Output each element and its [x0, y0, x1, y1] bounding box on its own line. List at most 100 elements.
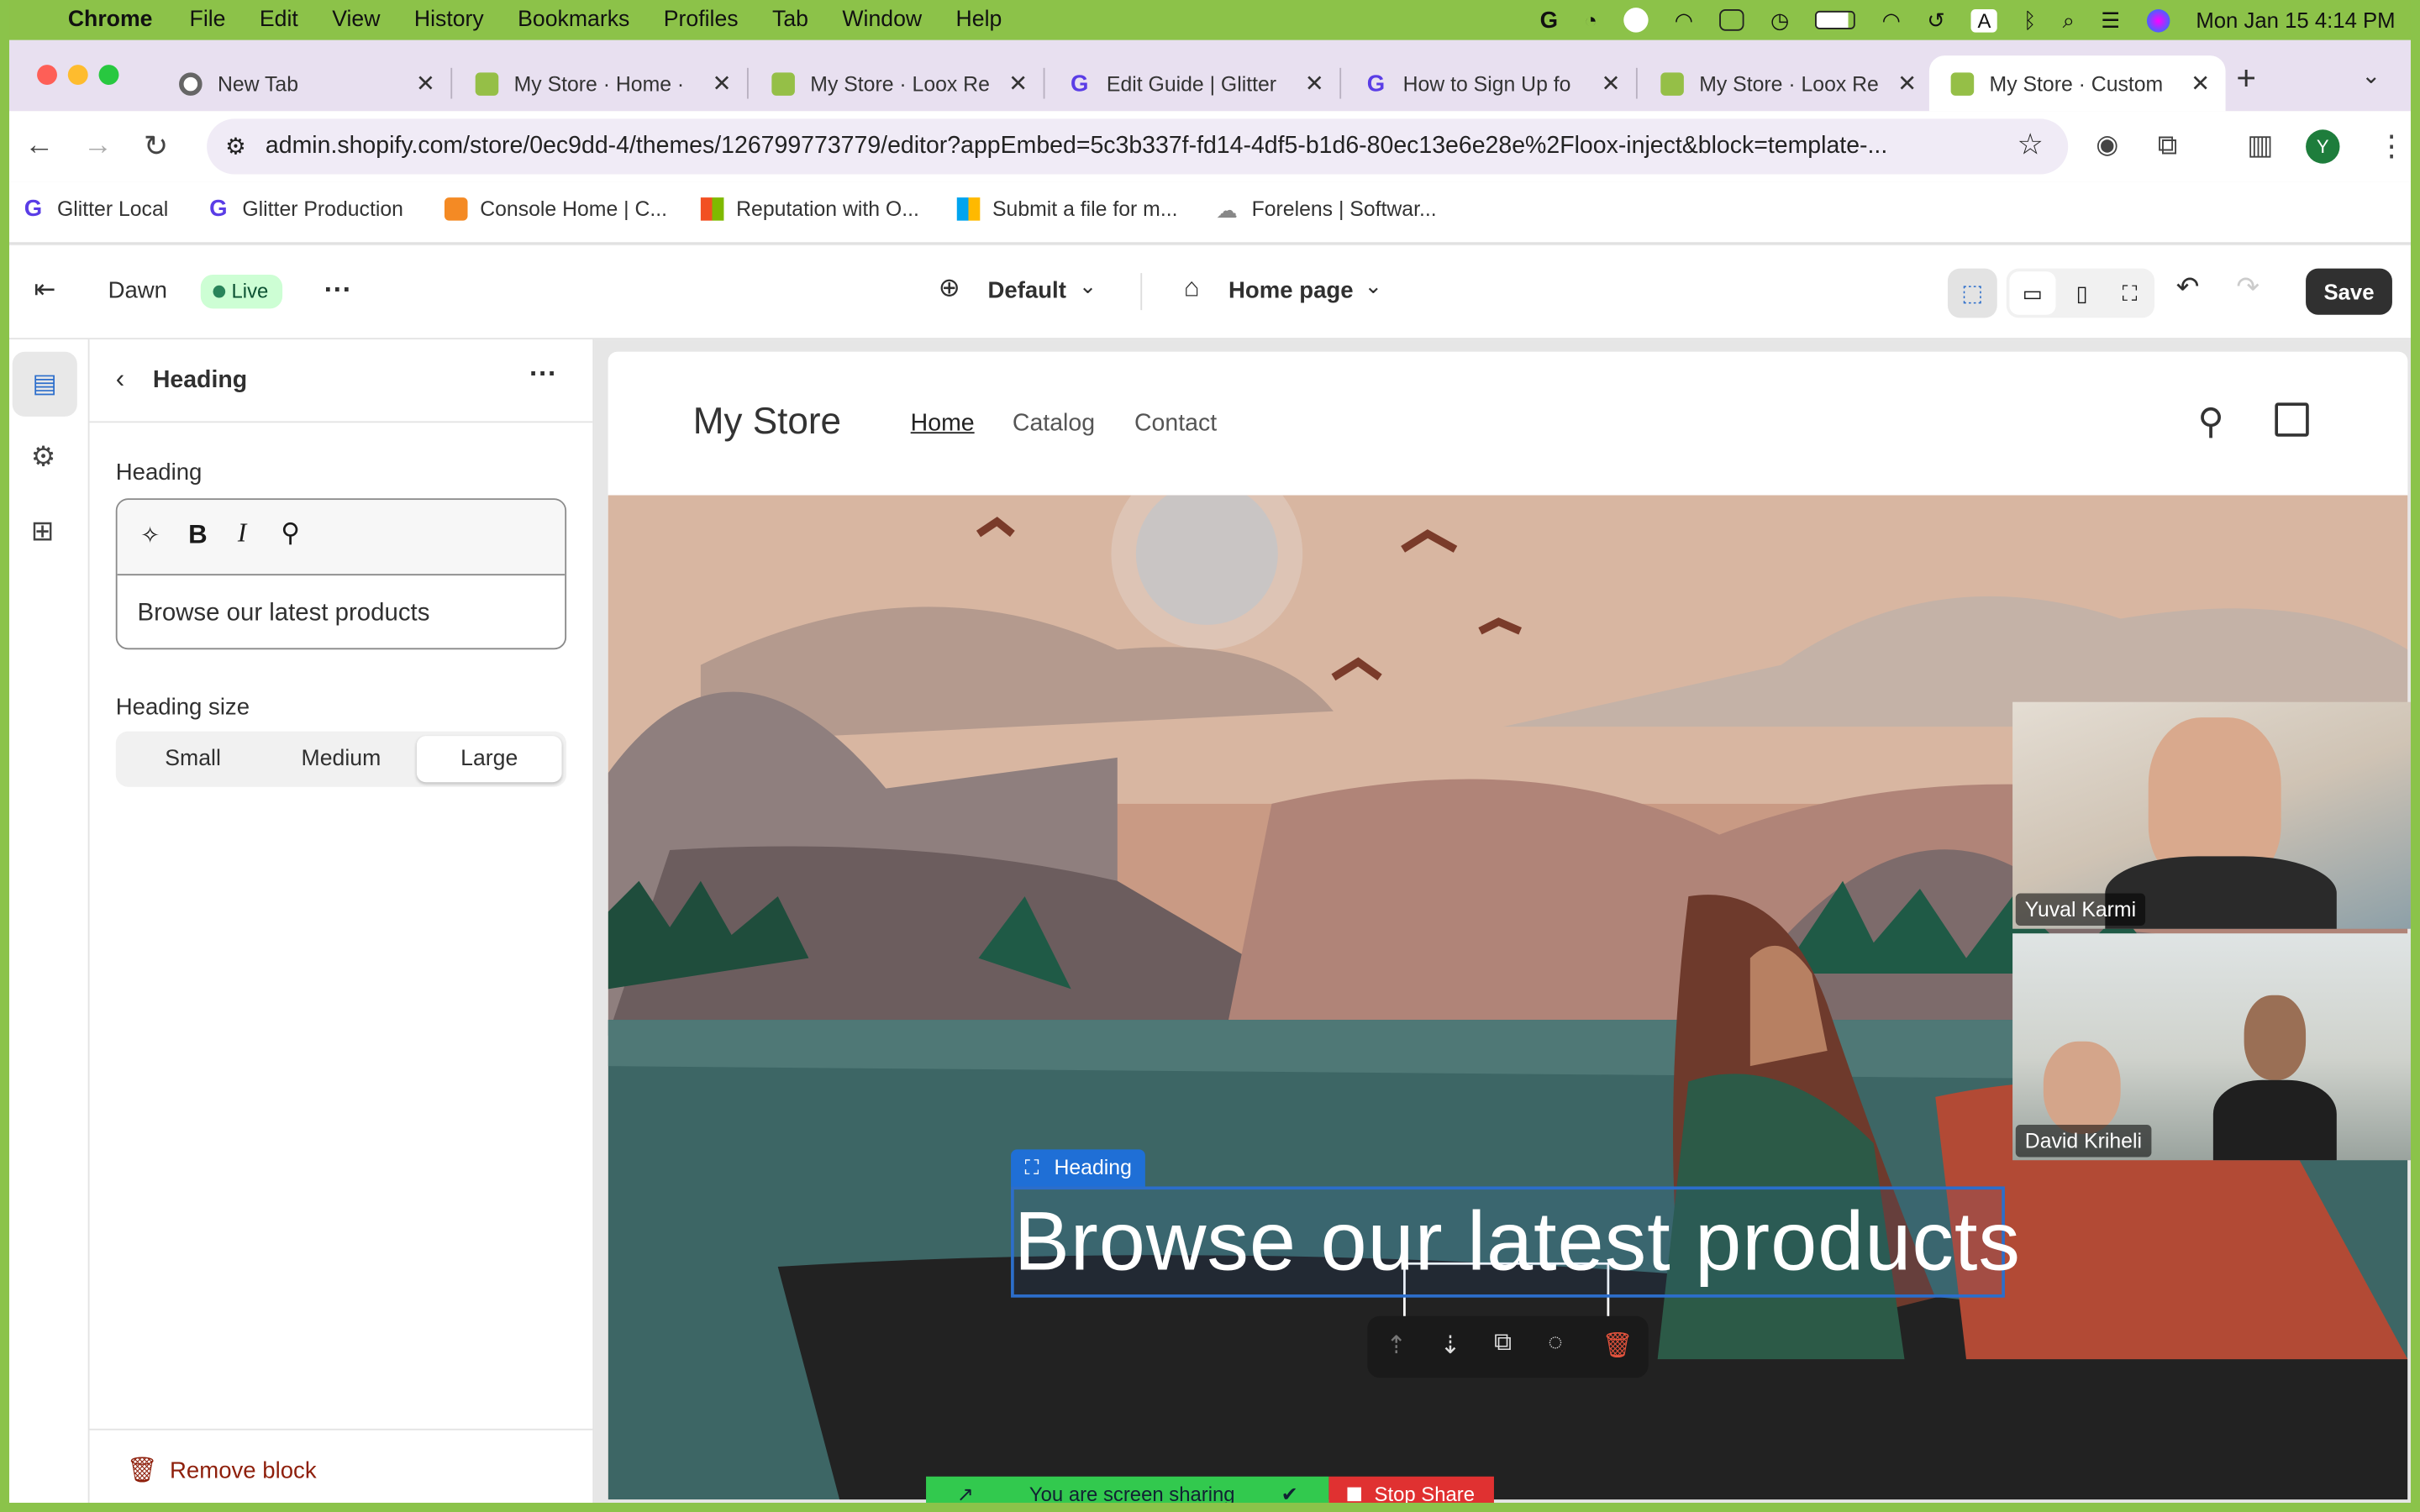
- menu-tab[interactable]: Tab: [772, 8, 808, 32]
- store-logo[interactable]: My Store: [693, 402, 841, 444]
- bookmark-star-icon[interactable]: ☆: [2018, 128, 2044, 163]
- side-panel-icon[interactable]: ▥: [2247, 129, 2273, 162]
- heading-text-value[interactable]: Browse our latest products: [118, 575, 566, 627]
- heading-rich-text-editor[interactable]: ✧ B I ⚲ Browse our latest products: [115, 498, 567, 650]
- locale-selector[interactable]: Default: [988, 278, 1066, 304]
- remove-block-button[interactable]: 🗑 Remove block: [89, 1428, 593, 1512]
- theme-settings-gear-icon[interactable]: ⚙: [31, 441, 56, 474]
- sections-nav-button[interactable]: ▤: [12, 351, 77, 417]
- size-large-option[interactable]: Large: [416, 736, 562, 783]
- menu-edit[interactable]: Edit: [260, 8, 298, 32]
- nav-contact[interactable]: Contact: [1134, 411, 1217, 438]
- browser-tab[interactable]: G How to Sign Up fo ✕: [1343, 55, 1636, 111]
- nav-home[interactable]: Home: [911, 411, 975, 438]
- nav-catalog[interactable]: Catalog: [1013, 411, 1095, 438]
- close-window-button[interactable]: [37, 65, 57, 86]
- delete-trash-icon[interactable]: 🗑: [1602, 1330, 1634, 1361]
- close-tab-icon[interactable]: ✕: [713, 70, 732, 97]
- menu-window[interactable]: Window: [842, 8, 922, 32]
- video-tile-yuval[interactable]: Yuval Karmi: [2012, 701, 2411, 929]
- browser-tab-active[interactable]: My Store · Custom ✕: [1928, 55, 2226, 112]
- magic-sparkle-icon[interactable]: ✧: [140, 522, 160, 549]
- minimize-window-button[interactable]: [67, 65, 88, 86]
- back-arrow-icon[interactable]: ←: [24, 129, 54, 163]
- panel-more-icon[interactable]: ···: [529, 358, 557, 391]
- video-tile-david[interactable]: David Kriheli: [2012, 933, 2411, 1161]
- address-bar[interactable]: ⚙ admin.shopify.com/store/0ec9dd-4/theme…: [207, 118, 2069, 175]
- tab-search-chevron-icon[interactable]: ⌄: [2361, 61, 2381, 89]
- browser-tab[interactable]: My Store · Loox Re ✕: [1639, 55, 1933, 111]
- timer-status-icon[interactable]: ◷: [1770, 7, 1789, 33]
- selected-block-tag[interactable]: ⛶ Heading: [1011, 1149, 1146, 1187]
- bluetooth-icon[interactable]: ᛒ: [2023, 8, 2036, 32]
- browser-tab[interactable]: New Tab ✕: [157, 55, 450, 111]
- store-cart-icon[interactable]: [2275, 402, 2309, 437]
- extensions-puzzle-icon[interactable]: ⧉: [2158, 129, 2178, 162]
- extension-loox-icon[interactable]: ◉: [2096, 129, 2118, 160]
- bookmark-glitter-local[interactable]: G Glitter Local: [22, 197, 169, 221]
- maximize-window-button[interactable]: [98, 65, 119, 86]
- reload-icon[interactable]: ↻: [144, 129, 168, 165]
- template-selector[interactable]: Home page: [1228, 278, 1354, 304]
- url-text[interactable]: admin.shopify.com/store/0ec9dd-4/themes/…: [266, 133, 2012, 160]
- bookmark-submit-file[interactable]: Submit a file for m...: [956, 197, 1178, 221]
- bookmark-reputation[interactable]: Reputation with O...: [700, 197, 919, 221]
- bookmark-console-home[interactable]: Console Home | C...: [444, 197, 667, 221]
- wifi-icon[interactable]: ◠: [1882, 7, 1901, 33]
- menu-help[interactable]: Help: [956, 8, 1002, 32]
- glitter-status-icon[interactable]: G: [1540, 8, 1558, 32]
- undo-icon[interactable]: ↶: [2176, 271, 2200, 304]
- keyboard-input-icon[interactable]: A: [1971, 8, 1997, 32]
- selected-heading-outline[interactable]: Browse our latest products: [1011, 1186, 2020, 1298]
- menu-bookmarks[interactable]: Bookmarks: [518, 8, 629, 32]
- hide-eye-icon[interactable]: ◌: [1548, 1330, 1562, 1357]
- screen-status-icon[interactable]: [1719, 9, 1744, 31]
- chrome-menu-icon[interactable]: ⋮: [2377, 129, 2407, 165]
- duplicate-icon[interactable]: ⧉: [1494, 1330, 1512, 1357]
- close-tab-icon[interactable]: ✕: [1897, 70, 1917, 97]
- size-small-option[interactable]: Small: [120, 736, 266, 782]
- bookmark-glitter-production[interactable]: G Glitter Production: [207, 197, 403, 221]
- theme-actions-more-icon[interactable]: ...: [324, 267, 352, 300]
- redo-icon[interactable]: ↷: [2236, 271, 2260, 304]
- profile-avatar[interactable]: Y: [2306, 129, 2340, 164]
- control-center-icon[interactable]: ☰: [2101, 7, 2120, 33]
- store-search-icon[interactable]: ⚲: [2198, 402, 2224, 444]
- close-tab-icon[interactable]: ✕: [1305, 70, 1324, 97]
- hero-heading[interactable]: Browse our latest products: [1014, 1189, 2020, 1294]
- bookmark-forelens[interactable]: ☁ Forelens | Softwar...: [1216, 197, 1436, 222]
- menubar-clock[interactable]: Mon Jan 15 4:14 PM: [2196, 8, 2395, 32]
- menu-view[interactable]: View: [332, 8, 380, 32]
- close-tab-icon[interactable]: ✕: [1008, 70, 1028, 97]
- size-medium-option[interactable]: Medium: [269, 736, 414, 782]
- browser-tab[interactable]: G Edit Guide | Glitter ✕: [1046, 55, 1339, 111]
- back-chevron-icon[interactable]: ‹: [116, 364, 124, 395]
- time-machine-icon[interactable]: ↺: [1927, 7, 1945, 33]
- desktop-view-button[interactable]: ▭: [2009, 271, 2056, 315]
- close-tab-icon[interactable]: ✕: [1601, 70, 1620, 97]
- bold-icon[interactable]: B: [188, 520, 208, 551]
- record-status-icon[interactable]: [1623, 8, 1649, 33]
- spotlight-search-icon[interactable]: ⌕: [2063, 7, 2075, 33]
- new-tab-button[interactable]: +: [2236, 59, 2256, 99]
- gauge-status-icon[interactable]: ◠: [1675, 7, 1693, 33]
- fullscreen-view-button[interactable]: ⛶: [2107, 271, 2153, 314]
- save-button[interactable]: Save: [2306, 268, 2392, 315]
- menu-app-name[interactable]: Chrome: [68, 8, 153, 32]
- menu-history[interactable]: History: [414, 8, 484, 32]
- stop-share-button[interactable]: Stop Share: [1328, 1476, 1494, 1512]
- italic-icon[interactable]: I: [238, 518, 246, 549]
- menu-file[interactable]: File: [190, 8, 226, 32]
- move-up-icon[interactable]: ⇡: [1386, 1330, 1407, 1361]
- menu-profiles[interactable]: Profiles: [664, 8, 739, 32]
- siri-icon[interactable]: [2146, 8, 2170, 32]
- app-embeds-icon[interactable]: ⊞: [31, 515, 55, 548]
- forward-arrow-icon[interactable]: →: [83, 129, 113, 163]
- close-tab-icon[interactable]: ✕: [416, 70, 435, 97]
- inspector-toggle-button[interactable]: ⬚: [1947, 268, 1997, 318]
- battery-icon[interactable]: [1815, 10, 1856, 29]
- browser-tab[interactable]: My Store · Home · ✕: [454, 55, 747, 111]
- move-down-icon[interactable]: ⇣: [1440, 1330, 1461, 1361]
- link-icon[interactable]: ⚲: [281, 518, 300, 549]
- browser-tab[interactable]: My Store · Loox Re ✕: [750, 55, 1044, 111]
